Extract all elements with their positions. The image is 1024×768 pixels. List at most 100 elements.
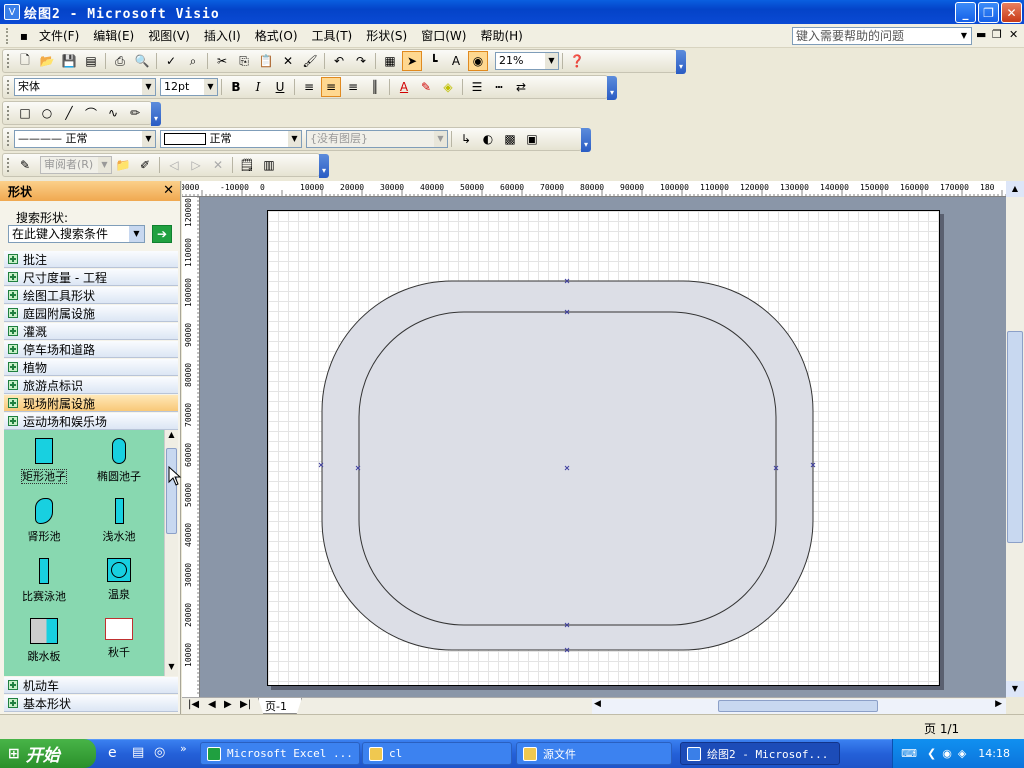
shadow-icon[interactable]: ▣: [522, 129, 542, 149]
stencil-shape[interactable]: 比赛泳池: [9, 558, 79, 604]
menu-shape[interactable]: 形状(S): [359, 26, 414, 46]
category-item[interactable]: 绘图工具形状: [4, 287, 178, 304]
permission-icon[interactable]: ▤: [81, 51, 101, 71]
layer-icon[interactable]: ◉: [468, 51, 488, 71]
task-folder-cl[interactable]: cl: [362, 742, 512, 765]
stencil-shape[interactable]: 矩形池子: [9, 438, 79, 484]
undo-icon[interactable]: ↶: [329, 51, 349, 71]
stencil-shape[interactable]: 肾形池: [9, 498, 79, 544]
format-painter-icon[interactable]: 🖌: [300, 51, 320, 71]
menu-grip[interactable]: [6, 27, 10, 44]
toolbar-options-icon[interactable]: ▾: [676, 50, 686, 74]
vertical-text-icon[interactable]: ║: [365, 77, 385, 97]
tray-expand-icon[interactable]: ❮: [927, 747, 936, 760]
reviewer-select[interactable]: 审阅者(R) ▼: [40, 156, 112, 174]
scroll-right-icon[interactable]: ▶: [995, 699, 1002, 709]
line-ends-icon[interactable]: ⇄: [511, 77, 531, 97]
chevron-down-icon[interactable]: ▼: [204, 79, 217, 95]
doc-restore-icon[interactable]: ❐: [992, 28, 1002, 41]
document-icon[interactable]: ▪: [17, 26, 31, 46]
menu-insert[interactable]: 插入(I): [197, 26, 248, 46]
connector-tool-icon[interactable]: ┗: [424, 51, 444, 71]
minimize-button[interactable]: _: [955, 2, 976, 23]
help-search-input[interactable]: 键入需要帮助的问题 ▼: [792, 27, 972, 45]
font-size-select[interactable]: 12pt ▼: [160, 78, 218, 96]
first-page-icon[interactable]: |◀: [188, 699, 199, 710]
markup-icon[interactable]: ✎: [15, 155, 35, 175]
pattern-icon[interactable]: ▩: [500, 129, 520, 149]
line-tool-icon[interactable]: ╱: [59, 103, 79, 123]
spelling-icon[interactable]: ✓: [161, 51, 181, 71]
chevron-down-icon[interactable]: ▼: [142, 131, 155, 147]
prev-page-icon[interactable]: ◀: [208, 699, 216, 710]
research-icon[interactable]: ⌕: [183, 51, 203, 71]
print-preview-icon[interactable]: 🔍: [132, 51, 152, 71]
menu-window[interactable]: 窗口(W): [414, 26, 473, 46]
media-icon[interactable]: ◎: [154, 745, 165, 760]
help-icon[interactable]: ❓: [567, 51, 587, 71]
font-color-icon[interactable]: A: [394, 77, 414, 97]
task-excel[interactable]: Microsoft Excel ...: [200, 742, 360, 765]
chevron-down-icon[interactable]: ▼: [288, 131, 301, 147]
menu-view[interactable]: 视图(V): [141, 26, 197, 46]
fill-style-select[interactable]: 正常 ▼: [160, 130, 302, 148]
search-shapes-input[interactable]: 在此键入搜索条件 ▼: [8, 225, 145, 243]
stencil-shape[interactable]: 温泉: [84, 558, 154, 602]
chevron-down-icon[interactable]: ▼: [957, 28, 971, 44]
tab-page-1[interactable]: 页-1: [258, 698, 302, 714]
underline-icon[interactable]: U: [270, 77, 290, 97]
keyboard-icon[interactable]: ⌨: [901, 747, 917, 760]
align-right-icon[interactable]: ≡: [343, 77, 363, 97]
scroll-down-icon[interactable]: ▼: [165, 662, 178, 676]
toolbar-grip[interactable]: [7, 54, 10, 68]
scroll-thumb[interactable]: [718, 700, 878, 712]
new-icon[interactable]: 🗋: [15, 51, 35, 71]
italic-icon[interactable]: I: [248, 77, 268, 97]
folder-icon[interactable]: 📁: [113, 155, 133, 175]
category-item[interactable]: 植物: [4, 359, 178, 376]
visio-app-icon[interactable]: V: [4, 4, 20, 20]
stencil-shape[interactable]: 浅水池: [84, 498, 154, 544]
line-style-select[interactable]: ———— 正常 ▼: [14, 130, 156, 148]
font-select[interactable]: 宋体 ▼: [14, 78, 156, 96]
cut-icon[interactable]: ✂: [212, 51, 232, 71]
chevron-down-icon[interactable]: ▼: [142, 79, 155, 95]
chevron-down-icon[interactable]: ▼: [98, 157, 111, 173]
freeform-tool-icon[interactable]: ∿: [103, 103, 123, 123]
category-item[interactable]: 灌溉: [4, 323, 178, 340]
shapes-icon[interactable]: ▦: [380, 51, 400, 71]
toolbar-options-icon[interactable]: ▾: [151, 102, 161, 126]
doc-close-icon[interactable]: ✕: [1009, 28, 1018, 41]
security-icon[interactable]: ◈: [958, 747, 966, 760]
menu-tools[interactable]: 工具(T): [305, 26, 360, 46]
chevron-down-icon[interactable]: ▼: [434, 131, 447, 147]
toolbar-options-icon[interactable]: ▾: [607, 76, 617, 100]
stencil-shape[interactable]: 秋千: [84, 618, 154, 660]
category-item[interactable]: 尺寸度量 - 工程: [4, 269, 178, 286]
chevron-down-icon[interactable]: ▼: [545, 53, 558, 69]
horizontal-scrollbar[interactable]: ◀ ▶: [592, 699, 1006, 714]
scroll-thumb[interactable]: [1007, 331, 1023, 543]
vertical-scrollbar[interactable]: ▲ ▼: [1006, 181, 1024, 697]
search-go-button[interactable]: ➔: [152, 225, 172, 243]
layer-select[interactable]: {没有图层} ▼: [306, 130, 448, 148]
ellipse-tool-icon[interactable]: ○: [37, 103, 57, 123]
start-button[interactable]: ⊞ 开始: [0, 739, 96, 768]
app-icon[interactable]: ▤: [132, 745, 144, 760]
toolbar-options-icon[interactable]: ▾: [581, 128, 591, 152]
arc-tool-icon[interactable]: ⌒: [81, 103, 101, 123]
task-folder-source[interactable]: 源文件: [516, 742, 672, 765]
new-comment-icon[interactable]: 🗒: [237, 155, 257, 175]
close-button[interactable]: ✕: [1001, 2, 1022, 23]
task-visio[interactable]: 绘图2 - Microsof...: [680, 742, 840, 765]
category-item[interactable]: 停车场和道路: [4, 341, 178, 358]
paste-icon[interactable]: 📋: [256, 51, 276, 71]
restore-button[interactable]: ❐: [978, 2, 999, 23]
scroll-left-icon[interactable]: ◀: [594, 699, 601, 709]
text-tool-icon[interactable]: A: [446, 51, 466, 71]
last-page-icon[interactable]: ▶|: [240, 699, 251, 710]
ie-icon[interactable]: e: [108, 745, 117, 761]
save-icon[interactable]: 💾: [59, 51, 79, 71]
chevron-down-icon[interactable]: ▼: [129, 226, 144, 242]
pointer-tool-icon[interactable]: ➤: [402, 51, 422, 71]
